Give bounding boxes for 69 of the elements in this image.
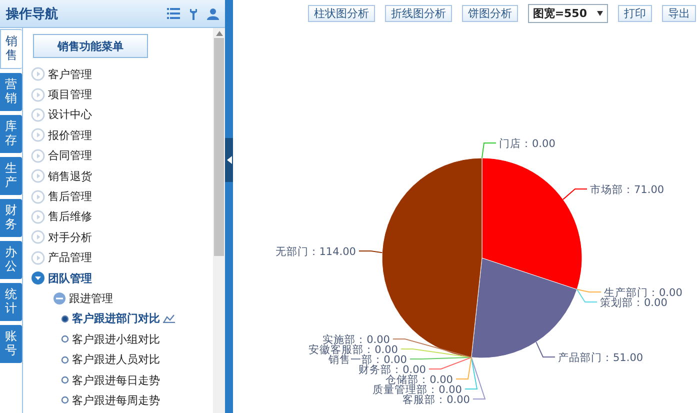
menu-item[interactable]: 销售退货 <box>48 168 92 184</box>
data-label: 门店：0.00 <box>499 138 556 150</box>
expand-icon[interactable] <box>31 148 45 163</box>
side-tab[interactable]: 财务 <box>0 199 22 237</box>
menu-item[interactable]: 设计中心 <box>48 107 92 122</box>
expand-icon[interactable] <box>31 128 45 142</box>
menu-item[interactable]: 团队管理 <box>48 270 92 286</box>
menu-item[interactable]: 客户管理 <box>48 66 92 82</box>
expand-icon[interactable] <box>31 88 45 102</box>
menu-item[interactable]: 客户跟进部门对比 <box>72 311 160 326</box>
menu-item[interactable]: 客户跟进小组对比 <box>72 332 160 347</box>
expand-icon[interactable] <box>31 250 45 265</box>
action-button[interactable]: 导出 <box>662 5 696 22</box>
menu-item[interactable]: 项目管理 <box>48 87 92 102</box>
bullet-icon <box>61 396 69 404</box>
action-button[interactable]: 打印 <box>618 5 652 22</box>
leader-line <box>482 142 496 158</box>
caret-icon <box>597 11 603 16</box>
expand-icon[interactable] <box>31 230 45 244</box>
menu-item[interactable]: 售后管理 <box>48 189 92 204</box>
wrench-icon[interactable] <box>189 8 198 20</box>
expand-icon[interactable] <box>31 108 45 122</box>
chart-button[interactable]: 柱状图分析 <box>308 5 375 22</box>
bullet-icon <box>61 314 69 323</box>
chart-icon <box>163 314 175 324</box>
side-tab[interactable]: 库存 <box>0 115 22 153</box>
leader-line <box>358 250 383 254</box>
menu-item[interactable]: 客户跟进人员对比 <box>72 352 160 368</box>
list-icon[interactable] <box>167 8 180 19</box>
menu-item[interactable]: 产品管理 <box>48 250 92 266</box>
data-label: 无部门：114.00 <box>275 246 356 258</box>
menu-button[interactable]: 销售功能菜单 <box>33 34 148 58</box>
bullet-icon <box>61 376 69 384</box>
chart-button[interactable]: 折线图分析 <box>384 5 452 22</box>
data-label: 产品部门：51.00 <box>558 352 644 364</box>
leader-line <box>562 188 588 200</box>
bullet-icon <box>61 356 69 364</box>
side-tab[interactable]: 办公 <box>0 241 22 279</box>
menu-item[interactable]: 客户跟进每日走势 <box>72 372 160 388</box>
menu-item[interactable]: 合同管理 <box>48 148 92 164</box>
data-label: 客服部：0.00 <box>402 394 470 406</box>
data-label: 生产部门：0.00 <box>604 287 682 299</box>
data-label: 市场部：71.00 <box>590 184 664 196</box>
width-select[interactable]: 图宽=550 <box>528 4 608 23</box>
side-tab[interactable]: 销售 <box>0 29 22 69</box>
bullet-icon <box>61 335 69 344</box>
expand-icon[interactable] <box>31 169 45 184</box>
collapse-icon[interactable] <box>53 292 66 305</box>
menu-item[interactable]: 报价管理 <box>48 128 92 143</box>
panel-title: 操作导航 <box>6 6 59 22</box>
data-label: 策划部：0.00 <box>600 297 668 309</box>
collapse-arrow-icon[interactable] <box>226 156 232 164</box>
scrollbar[interactable] <box>213 28 225 413</box>
side-tab[interactable]: 营销 <box>0 73 22 111</box>
expand-icon[interactable] <box>31 190 45 204</box>
menu-item[interactable]: 售后维修 <box>48 209 92 224</box>
leader-line <box>536 342 556 358</box>
menu-item[interactable]: 客户跟进每周走势 <box>72 392 160 408</box>
scroll-up-icon[interactable] <box>216 31 222 36</box>
side-tab[interactable]: 生产 <box>0 157 22 195</box>
menu-item[interactable]: 跟进管理 <box>69 290 113 306</box>
user-icon[interactable] <box>207 8 219 20</box>
side-tab[interactable]: 账号 <box>0 325 22 363</box>
expand-icon[interactable] <box>31 210 45 224</box>
chart-button[interactable]: 饼图分析 <box>462 5 518 22</box>
menu-item[interactable]: 对手分析 <box>48 230 92 245</box>
side-tab[interactable]: 统计 <box>0 283 22 321</box>
collapse-icon[interactable] <box>31 271 45 286</box>
expand-icon[interactable] <box>31 67 45 82</box>
